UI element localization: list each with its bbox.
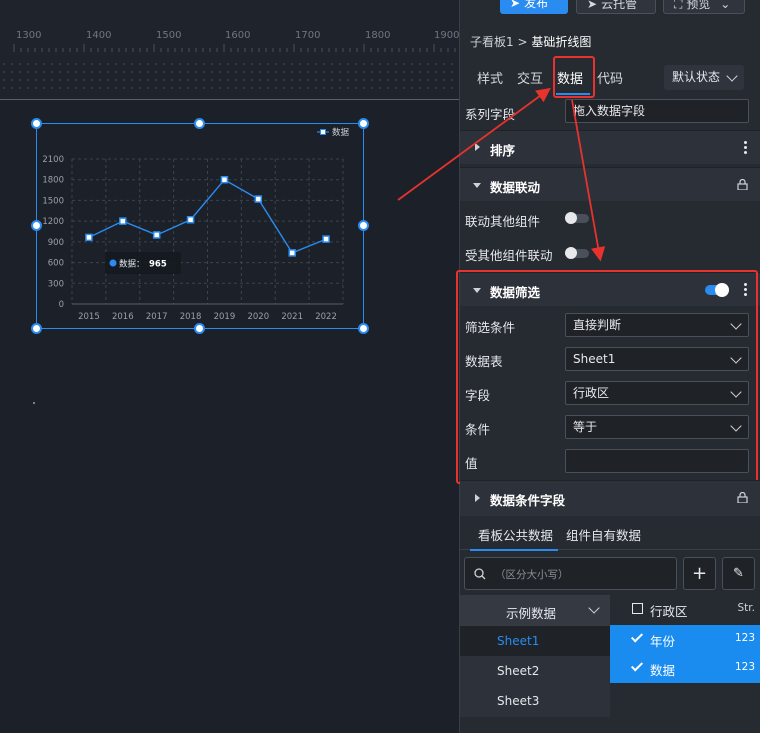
annotation-arrow: [397, 87, 551, 201]
annotation-arrow: [571, 99, 606, 262]
annotation-arrows: [397, 87, 606, 262]
